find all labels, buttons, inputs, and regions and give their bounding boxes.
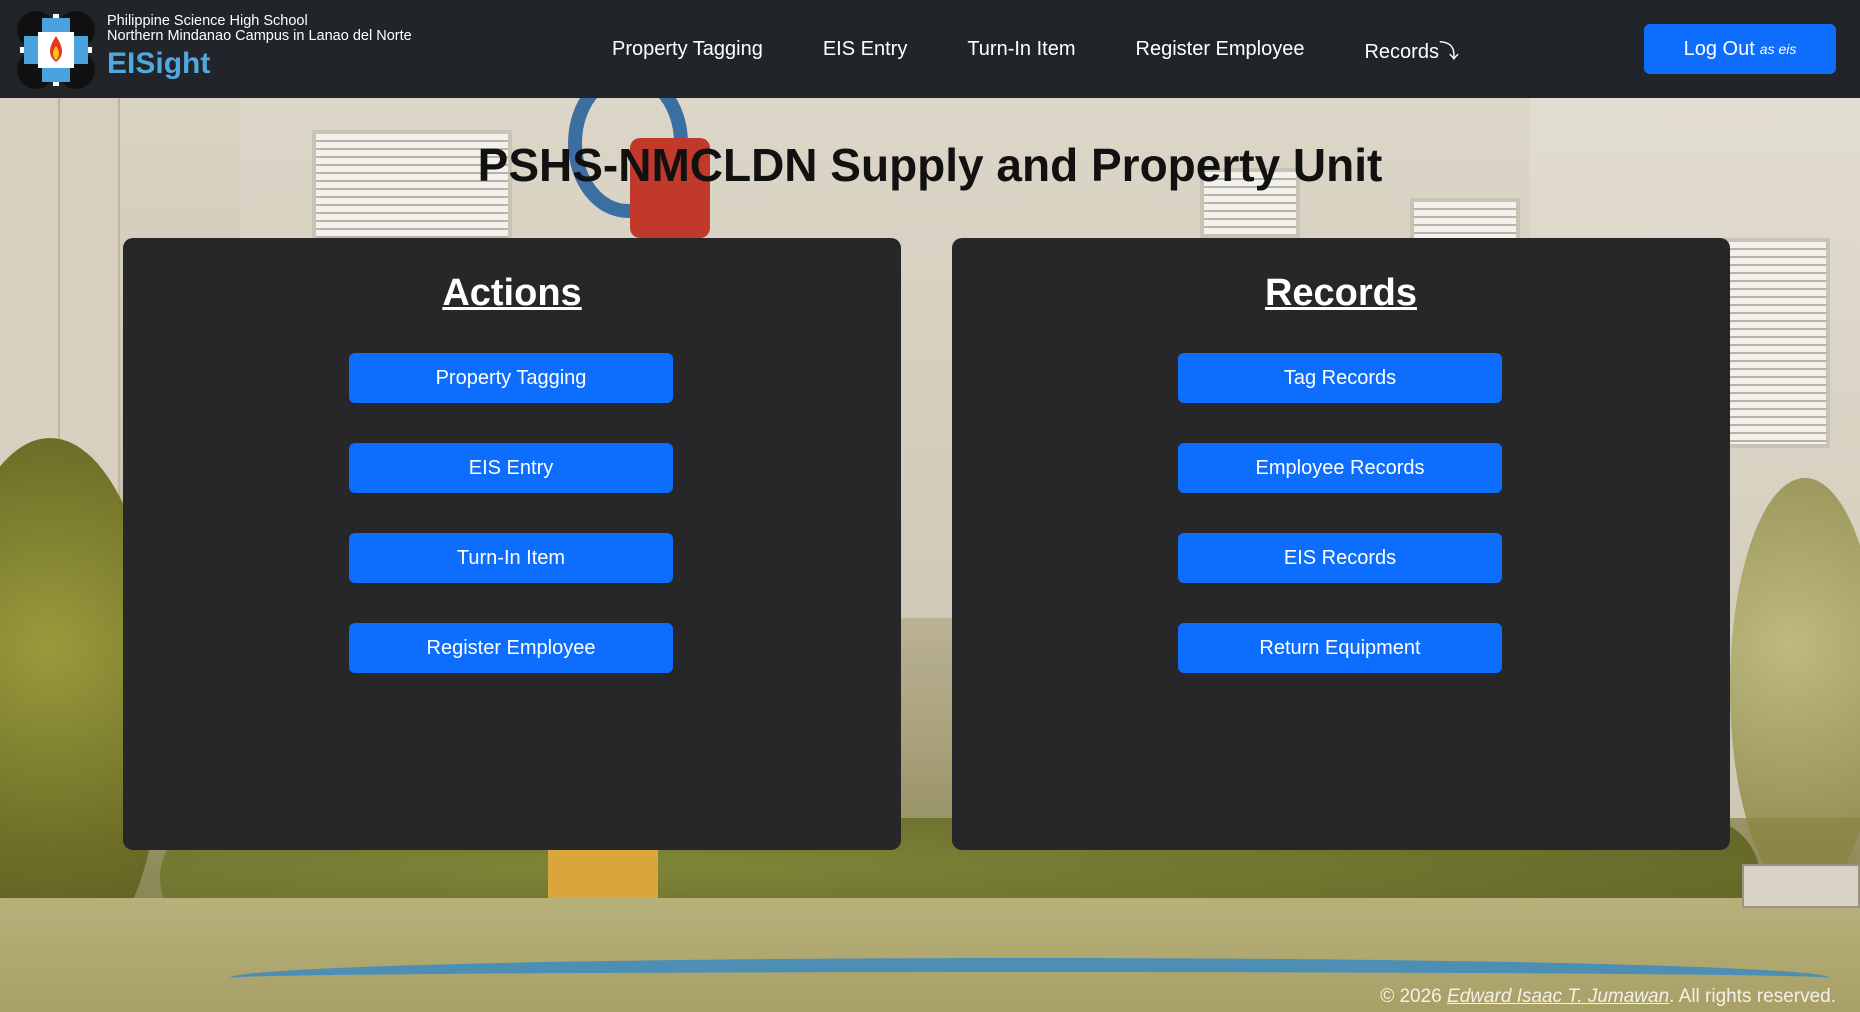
eis-entry-button[interactable]: EIS Entry <box>349 443 673 493</box>
nav-property-tagging[interactable]: Property Tagging <box>612 38 763 61</box>
turn-in-item-button[interactable]: Turn-In Item <box>349 533 673 583</box>
register-employee-button[interactable]: Register Employee <box>349 623 673 673</box>
actions-panel: Actions Property Tagging EIS Entry Turn-… <box>123 238 901 850</box>
employee-records-button[interactable]: Employee Records <box>1178 443 1502 493</box>
author-link[interactable]: Edward Isaac T. Jumawan <box>1447 986 1669 1007</box>
records-heading: Records <box>1264 272 1418 314</box>
school-name: Philippine Science High School <box>107 13 308 29</box>
top-navbar: Philippine Science High School Northern … <box>0 0 1860 98</box>
nav-records-label: Records <box>1364 40 1439 63</box>
logout-label: Log Out <box>1683 37 1755 60</box>
school-logo-icon <box>16 10 96 90</box>
footer-suffix: . All rights reserved. <box>1669 986 1836 1007</box>
logout-button[interactable]: Log Out as eis <box>1644 24 1836 74</box>
campus-name: Northern Mindanao Campus in Lanao del No… <box>107 28 412 44</box>
tag-records-button[interactable]: Tag Records <box>1178 353 1502 403</box>
nav-records-dropdown[interactable]: Records⤵ <box>1364 35 1458 64</box>
dropdown-arrow-icon: ⤵ <box>1438 40 1459 63</box>
page-title: PSHS-NMCLDN Supply and Property Unit <box>477 139 1383 191</box>
return-equipment-button[interactable]: Return Equipment <box>1178 623 1502 673</box>
eis-records-button[interactable]: EIS Records <box>1178 533 1502 583</box>
actions-heading: Actions <box>442 272 582 314</box>
footer-prefix: © 2026 <box>1380 986 1448 1007</box>
logout-user: as eis <box>1759 41 1797 57</box>
app-name: EISight <box>107 47 211 80</box>
nav-turn-in-item[interactable]: Turn-In Item <box>967 38 1075 61</box>
main-nav: Property Tagging EIS Entry Turn-In Item … <box>612 0 1459 98</box>
nav-eis-entry[interactable]: EIS Entry <box>823 38 907 61</box>
nav-register-employee[interactable]: Register Employee <box>1136 38 1305 61</box>
footer-copyright: © 2026 Edward Isaac T. Jumawan. All righ… <box>1380 986 1836 1008</box>
brand[interactable]: Philippine Science High School Northern … <box>16 10 412 90</box>
property-tagging-button[interactable]: Property Tagging <box>349 353 673 403</box>
records-panel: Records Tag Records Employee Records EIS… <box>952 238 1730 850</box>
